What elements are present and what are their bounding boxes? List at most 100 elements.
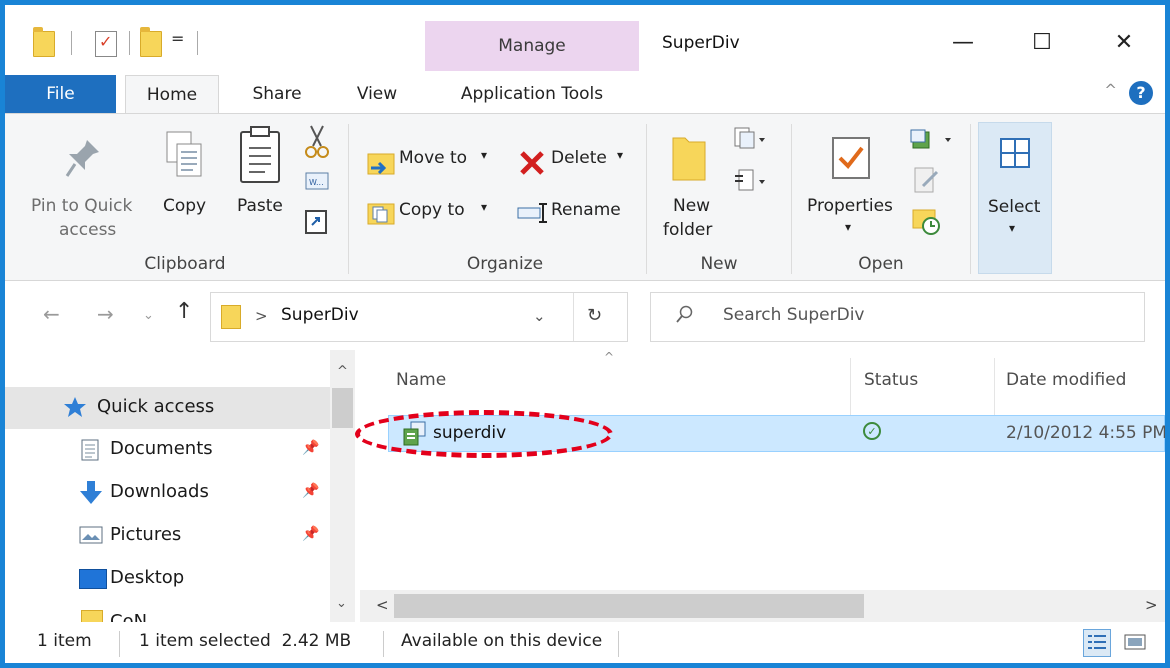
column-header-name[interactable]: Name (396, 370, 446, 390)
tab-view[interactable]: View (341, 75, 413, 113)
forward-arrow-icon[interactable]: → (97, 302, 114, 326)
address-bar[interactable]: > SuperDiv ⌄ ↻ (210, 292, 628, 342)
delete-button[interactable]: Delete (551, 148, 607, 168)
desktop-icon (79, 569, 107, 589)
copy-to-icon (367, 200, 395, 231)
nav-item-downloads[interactable]: Downloads 📌 (5, 472, 330, 514)
copy-path-icon[interactable]: W... (305, 172, 329, 195)
tab-file[interactable]: File (5, 75, 116, 113)
help-icon[interactable]: ? (1129, 81, 1153, 105)
new-folder-label-1[interactable]: New (673, 196, 710, 216)
download-arrow-icon (79, 480, 103, 511)
column-header-status[interactable]: Status (864, 370, 918, 390)
manage-context-tab[interactable]: Manage (425, 21, 639, 71)
star-icon (63, 396, 87, 423)
pin-icon[interactable]: 📌 (302, 440, 319, 456)
up-arrow-icon[interactable]: ↑ (175, 299, 193, 324)
nav-scrollbar[interactable]: ^ ⌄ (330, 350, 355, 622)
details-view-icon[interactable] (1083, 629, 1111, 657)
select-icon (999, 137, 1031, 174)
delete-dropdown-icon[interactable]: ▾ (617, 148, 623, 162)
paste-button[interactable]: Paste (237, 196, 283, 216)
address-dropdown-icon[interactable]: ⌄ (533, 307, 546, 325)
nav-item-pictures[interactable]: Pictures 📌 (5, 515, 330, 557)
status-separator (119, 631, 120, 657)
pin-icon[interactable]: 📌 (302, 483, 319, 499)
new-folder-label-2[interactable]: folder (663, 220, 712, 240)
scroll-thumb[interactable] (332, 388, 353, 428)
pictures-icon (79, 526, 103, 549)
pin-icon[interactable]: 📌 (302, 526, 319, 542)
easy-access-icon[interactable] (733, 168, 767, 197)
scroll-down-icon[interactable]: ⌄ (336, 596, 347, 611)
minimize-button[interactable]: — (938, 23, 988, 63)
properties-large-icon (831, 136, 871, 185)
scroll-left-icon[interactable]: < (376, 596, 389, 614)
open-group-label: Open (858, 254, 904, 274)
ribbon-tabs: File Home Share View Application Tools ^… (5, 71, 1165, 114)
svg-text:W...: W... (309, 178, 324, 187)
move-to-button[interactable]: Move to (399, 148, 467, 168)
tab-share[interactable]: Share (237, 75, 317, 113)
column-separator[interactable] (994, 358, 995, 418)
move-to-dropdown-icon[interactable]: ▾ (481, 148, 487, 162)
rename-button[interactable]: Rename (551, 200, 621, 220)
nav-label: CoN (110, 611, 148, 622)
nav-item-quick-access[interactable]: Quick access (5, 387, 330, 429)
annotation-ellipse (355, 410, 613, 458)
tab-application-tools[interactable]: Application Tools (425, 75, 639, 113)
refresh-icon[interactable]: ↻ (587, 305, 602, 326)
nav-label: Quick access (97, 396, 215, 417)
breadcrumb-superdiv[interactable]: SuperDiv (281, 305, 359, 325)
cut-icon[interactable] (305, 124, 329, 165)
scroll-right-icon[interactable]: > (1145, 596, 1158, 614)
search-box[interactable]: Search SuperDiv (650, 292, 1145, 342)
back-arrow-icon[interactable]: ← (43, 302, 60, 326)
item-count: 1 item (37, 631, 92, 651)
select-button[interactable]: Select ▾ (978, 122, 1052, 274)
pin-icon (65, 138, 101, 183)
nav-item-desktop[interactable]: Desktop (5, 558, 330, 600)
recent-locations-icon[interactable]: ⌄ (143, 308, 154, 323)
properties-icon[interactable] (95, 31, 117, 57)
nav-item-con[interactable]: CoN (5, 602, 330, 622)
new-folder-icon[interactable] (140, 27, 162, 57)
open-icon[interactable] (909, 128, 955, 161)
pin-to-quick-access-label-2[interactable]: access (59, 220, 116, 240)
new-item-icon[interactable] (733, 126, 767, 155)
close-button[interactable]: ✕ (1099, 23, 1149, 63)
qat-separator (197, 31, 198, 55)
column-separator[interactable] (850, 358, 851, 418)
copy-to-button[interactable]: Copy to (399, 200, 465, 220)
status-separator (383, 631, 384, 657)
edit-icon[interactable] (913, 166, 941, 199)
horizontal-scrollbar[interactable]: < > (360, 590, 1165, 622)
properties-button[interactable]: Properties (807, 196, 893, 216)
hscroll-thumb[interactable] (394, 594, 864, 618)
maximize-button[interactable]: ☐ (1017, 23, 1067, 63)
folder-icon (81, 610, 103, 622)
folder-icon[interactable] (33, 27, 55, 57)
tab-home[interactable]: Home (125, 75, 219, 114)
paste-shortcut-icon[interactable] (305, 208, 327, 239)
search-input[interactable]: Search SuperDiv (723, 305, 865, 325)
collapse-ribbon-icon[interactable]: ^ (1104, 81, 1117, 99)
nav-item-con-clip: CoN (5, 602, 330, 622)
file-date-modified: 2/10/2012 4:55 PM (1006, 423, 1166, 443)
rename-icon (517, 202, 549, 229)
availability-status: Available on this device (401, 631, 603, 651)
sort-indicator-icon: ^ (604, 350, 615, 364)
large-icons-view-icon[interactable] (1123, 632, 1147, 657)
properties-dropdown-icon[interactable]: ▾ (845, 220, 851, 234)
column-header-date-modified[interactable]: Date modified (1006, 370, 1126, 390)
scroll-up-icon[interactable]: ^ (337, 364, 348, 379)
pin-to-quick-access-label[interactable]: Pin to Quick (31, 196, 132, 216)
paste-icon (239, 126, 281, 189)
file-list: ^ Name Status Date modified superdiv ✓ 2… (360, 350, 1165, 622)
copy-to-dropdown-icon[interactable]: ▾ (481, 200, 487, 214)
nav-item-documents[interactable]: Documents 📌 (5, 429, 330, 471)
qat-customize-icon[interactable]: = (171, 29, 184, 48)
history-icon[interactable] (911, 206, 941, 241)
copy-button[interactable]: Copy (163, 196, 206, 216)
delete-icon (519, 150, 545, 181)
